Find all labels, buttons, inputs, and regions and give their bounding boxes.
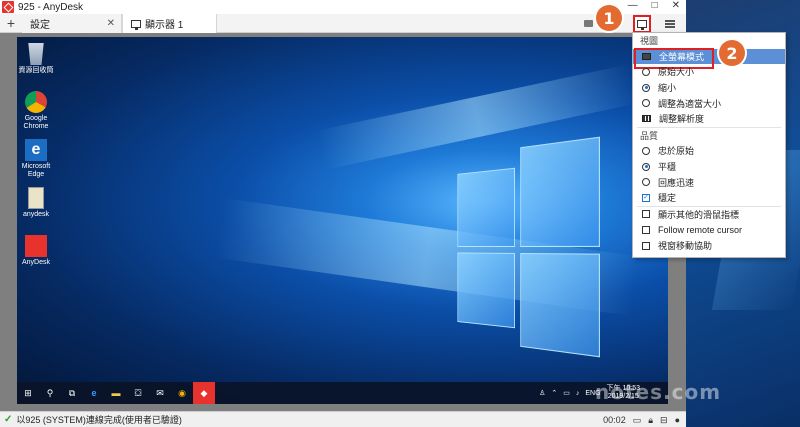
chat-button[interactable] xyxy=(581,17,595,31)
menu-item-fullscreen[interactable]: 全螢幕模式 xyxy=(633,47,785,69)
up-arrow-icon[interactable]: ⌃ xyxy=(551,389,557,397)
tab-display-1[interactable]: 顯示器 1 xyxy=(122,14,217,33)
main-menu-button[interactable] xyxy=(663,17,677,31)
edge-taskbar-icon[interactable]: e xyxy=(83,382,105,404)
status-right: 00:02 ▭ 🔒︎ ⊟ ● xyxy=(603,412,680,427)
desktop-icon-anydesk-file[interactable]: anydesk xyxy=(17,187,55,219)
radio-selected-icon xyxy=(642,83,650,92)
menu-item-show-remote-cursor[interactable]: 顯示其他的滑鼠指標 xyxy=(633,207,785,223)
display-dropdown-menu: 視圖 全螢幕模式 原始大小 縮小 調整為適當大小 調整解析度 品質 忠於原始 平… xyxy=(632,32,786,258)
connection-status: 以925 (SYSTEM)連線完成(使用者已驗證) xyxy=(16,415,182,425)
anydesk-taskbar-icon[interactable]: ◆ xyxy=(193,382,215,404)
desktop-icon-chrome[interactable]: Google Chrome xyxy=(17,91,55,131)
menu-item-original-size[interactable]: 原始大小 xyxy=(633,64,785,80)
radio-icon xyxy=(642,67,650,76)
remote-frame: 資源回收筒 Google Chrome e Microsoft Edge any… xyxy=(0,33,686,411)
menu-item-stable[interactable]: ✓ 穩定 xyxy=(633,190,785,206)
chrome-taskbar-icon[interactable]: ◉ xyxy=(171,382,193,404)
menu-item-follow-remote-cursor[interactable]: Follow remote cursor xyxy=(633,222,785,238)
anydesk-logo-icon xyxy=(2,1,14,13)
edge-icon: e xyxy=(25,139,47,161)
menu-item-quality-original[interactable]: 忠於原始 xyxy=(633,143,785,159)
volume-icon[interactable]: ♪ xyxy=(576,390,580,397)
menu-item-window-move-assist[interactable]: 視窗移動協助 xyxy=(633,238,785,254)
lock-icon[interactable]: 🔒︎ xyxy=(648,415,653,426)
chat-icon xyxy=(583,20,593,27)
fullscreen-icon xyxy=(642,52,651,60)
remote-desktop-view[interactable]: 資源回收筒 Google Chrome e Microsoft Edge any… xyxy=(17,37,668,404)
check-icon: ✓ xyxy=(4,414,13,425)
menu-section-quality: 品質 xyxy=(640,130,659,141)
chrome-icon xyxy=(25,91,47,113)
minimize-button[interactable]: — xyxy=(628,0,638,11)
tab-settings[interactable]: 設定 ✕ xyxy=(22,14,122,33)
search-icon[interactable]: ⚲ xyxy=(39,382,61,404)
monitor-icon xyxy=(637,19,647,30)
window-controls: — □ ✕ xyxy=(628,0,680,11)
annotation-badge-1: 1 xyxy=(596,5,622,31)
tab-label: 設定 xyxy=(30,20,50,31)
record-icon[interactable]: ● xyxy=(675,415,680,425)
maximize-button[interactable]: □ xyxy=(652,0,658,11)
radio-icon xyxy=(642,99,650,108)
start-button[interactable]: ⊞ xyxy=(17,382,39,404)
store-icon[interactable]: ⛋ xyxy=(127,382,149,404)
mail-icon[interactable]: ✉ xyxy=(149,382,171,404)
menu-section-view: 視圖 xyxy=(640,36,659,47)
menu-item-quality-responsive[interactable]: 回應迅速 xyxy=(633,174,785,190)
window-title: 925 - AnyDesk xyxy=(18,1,84,13)
menu-item-quality-smooth[interactable]: 平穩 xyxy=(633,159,785,175)
resolution-icon xyxy=(642,115,651,123)
radio-icon xyxy=(642,146,650,155)
people-icon[interactable]: ♙ xyxy=(539,389,545,397)
desktop-icon-recycle-bin[interactable]: 資源回收筒 xyxy=(17,43,55,75)
checkbox-icon xyxy=(642,241,650,250)
network-icon[interactable]: ▭ xyxy=(563,389,570,397)
desktop-icon-edge[interactable]: e Microsoft Edge xyxy=(17,139,55,179)
anydesk-icon xyxy=(25,235,47,257)
watermark: notes.com xyxy=(595,380,722,404)
close-icon[interactable]: ✕ xyxy=(107,18,115,29)
radio-selected-icon xyxy=(642,162,650,171)
annotation-badge-2: 2 xyxy=(719,40,745,66)
new-tab-button[interactable]: + xyxy=(0,14,22,32)
status-bar: ✓ 以925 (SYSTEM)連線完成(使用者已驗證) 00:02 ▭ 🔒︎ ⊟… xyxy=(0,411,686,427)
task-view-icon[interactable]: ⧉ xyxy=(61,382,83,404)
checkbox-icon xyxy=(642,210,650,219)
folder-icon[interactable]: ▬ xyxy=(105,382,127,404)
checkbox-checked-icon: ✓ xyxy=(642,193,650,202)
remote-taskbar: ⊞ ⚲ ⧉ e ▬ ⛋ ✉ ◉ ◆ ♙ ⌃ ▭ ♪ ENG 下午 10:53 2… xyxy=(17,382,668,404)
monitor-icon[interactable]: ▭ xyxy=(633,415,642,426)
menu-item-resolution[interactable]: 調整解析度 xyxy=(633,111,785,127)
checkbox-icon xyxy=(642,225,650,234)
file-icon xyxy=(28,187,44,209)
hamburger-icon xyxy=(665,19,675,28)
title-bar: 925 - AnyDesk — □ ✕ xyxy=(0,0,686,14)
recycle-bin-icon xyxy=(28,43,44,65)
display-settings-button[interactable] xyxy=(633,14,651,33)
menu-item-fit[interactable]: 調整為適當大小 xyxy=(633,95,785,111)
monitor-icon xyxy=(131,19,141,30)
close-window-button[interactable]: ✕ xyxy=(672,0,680,11)
permission-icon[interactable]: ⊟ xyxy=(660,415,668,426)
anydesk-window: 925 - AnyDesk — □ ✕ + 設定 ✕ 顯示器 1 ϟ xyxy=(0,0,686,427)
session-timer: 00:02 xyxy=(603,415,626,425)
radio-icon xyxy=(642,178,650,187)
tab-label: 顯示器 1 xyxy=(145,20,184,31)
desktop-icon-anydesk[interactable]: AnyDesk xyxy=(17,235,55,267)
windows-logo xyxy=(457,136,600,358)
menu-item-shrink[interactable]: 縮小 xyxy=(633,80,785,96)
